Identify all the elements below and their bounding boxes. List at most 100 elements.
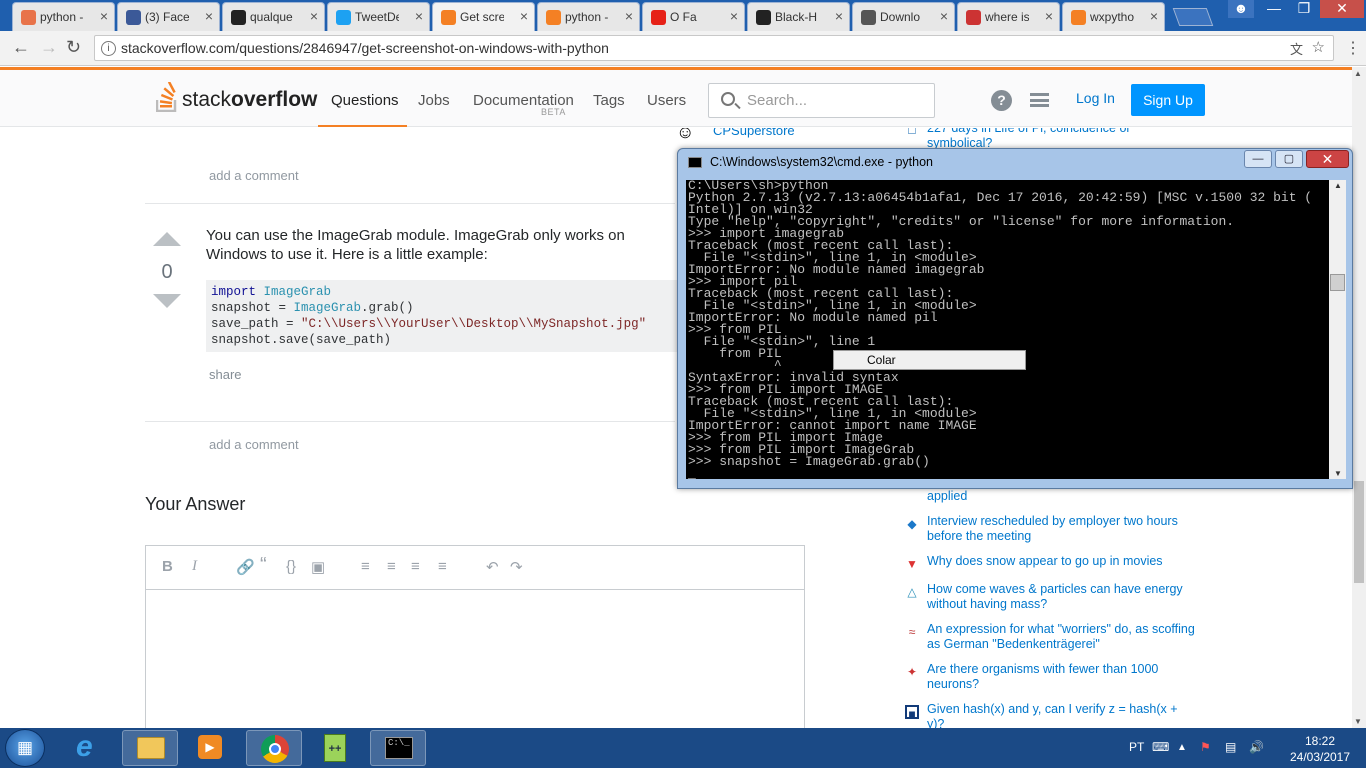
browser-tab[interactable]: TweetDe × (327, 2, 430, 31)
hot-question-link[interactable]: Are there organisms with fewer than 1000… (927, 662, 1197, 692)
signup-button[interactable]: Sign Up (1131, 84, 1205, 116)
stackoverflow-logo[interactable]: stackoverflow (156, 82, 317, 116)
browser-tab[interactable]: Get scre × (432, 2, 535, 31)
language-indicator[interactable]: PT (1129, 740, 1144, 754)
vote-down-icon[interactable] (153, 294, 181, 308)
nav-jobs[interactable]: Jobs (418, 92, 450, 109)
keyboard-icon[interactable]: ⌨ (1152, 740, 1169, 754)
add-comment-link[interactable]: add a comment (209, 168, 299, 183)
add-comment-link-2[interactable]: add a comment (209, 437, 299, 452)
windows-start-button[interactable]: ▦ (5, 729, 45, 767)
browser-tab[interactable]: Black-H × (747, 2, 850, 31)
close-window-button[interactable]: ✕ (1320, 0, 1364, 18)
show-hidden-icons-icon[interactable]: ▲ (1177, 742, 1187, 753)
profile-button[interactable]: ☻ (1228, 0, 1254, 18)
taskbar-internet-explorer[interactable]: e (62, 730, 118, 766)
browser-tab[interactable]: python - × (12, 2, 115, 31)
flag-icon[interactable]: ⚑ (1200, 740, 1211, 754)
scroll-up-icon[interactable]: ▲ (1354, 69, 1362, 78)
scroll-thumb[interactable] (1354, 481, 1364, 583)
bullet-list-icon[interactable]: ≡ (387, 558, 396, 575)
taskbar-notepad-plus-plus[interactable]: ++ (308, 730, 364, 766)
redo-icon[interactable]: ↷ (510, 558, 523, 576)
taskbar-file-explorer[interactable] (122, 730, 178, 766)
page-scrollbar[interactable]: ▲ ▼ (1352, 67, 1366, 728)
info-icon[interactable]: i (101, 41, 116, 56)
tab-close-icon[interactable]: × (730, 8, 738, 24)
tab-close-icon[interactable]: × (835, 8, 843, 24)
system-clock[interactable]: 18:22 24/03/2017 (1280, 733, 1360, 765)
network-icon[interactable]: ▤ (1225, 740, 1236, 754)
image-icon[interactable]: ▣ (311, 558, 325, 576)
browser-tab[interactable]: python - × (537, 2, 640, 31)
user-link-cpsuperstore[interactable]: CPSuperstore (713, 128, 795, 138)
taskbar-cmd[interactable]: C:\_ (370, 730, 426, 766)
browser-tab[interactable]: O Fa × (642, 2, 745, 31)
forward-arrow-icon[interactable]: → (40, 37, 58, 58)
help-icon[interactable]: ? (991, 90, 1012, 111)
browser-tab[interactable]: (3) Faceb × (117, 2, 220, 31)
tab-close-icon[interactable]: × (520, 8, 528, 24)
site-switcher-icon[interactable] (1030, 93, 1049, 107)
login-link[interactable]: Log In (1076, 90, 1115, 106)
share-link[interactable]: share (209, 367, 242, 382)
browser-tab[interactable]: Downlo × (852, 2, 955, 31)
context-menu-paste[interactable]: Colar (833, 350, 1026, 370)
browser-tab[interactable]: wxpytho × (1062, 2, 1165, 31)
taskbar-media-player[interactable]: ▶ (182, 730, 238, 766)
hot-question-link[interactable]: Given hash(x) and y, can I verify z = ha… (927, 702, 1197, 728)
tab-close-icon[interactable]: × (205, 8, 213, 24)
undo-icon[interactable]: ↶ (486, 558, 499, 576)
cmd-scroll-down-icon[interactable]: ▼ (1334, 469, 1342, 478)
tab-close-icon[interactable]: × (100, 8, 108, 24)
chrome-menu-icon[interactable]: ⋮ (1345, 38, 1361, 58)
search-input[interactable]: Search... (708, 83, 935, 118)
tab-close-icon[interactable]: × (1045, 8, 1053, 24)
reload-icon[interactable]: ↻ (66, 37, 81, 58)
taskbar-chrome[interactable] (246, 730, 302, 766)
code-icon[interactable]: {} (286, 558, 296, 575)
new-tab-button[interactable] (1172, 8, 1214, 26)
hot-question-link[interactable]: Why does snow appear to go up in movies (927, 554, 1197, 569)
cmd-close-button[interactable]: ✕ (1306, 150, 1349, 168)
hot-question-link[interactable]: An expression for what "worriers" do, as… (927, 622, 1197, 652)
cmd-scrollbar[interactable]: ▲ ▼ (1329, 180, 1346, 479)
scroll-down-icon[interactable]: ▼ (1354, 717, 1362, 726)
italic-icon[interactable]: I (192, 558, 197, 575)
vote-up-icon[interactable] (153, 232, 181, 246)
tab-close-icon[interactable]: × (940, 8, 948, 24)
hot-question-link[interactable]: Interview rescheduled by employer two ho… (927, 514, 1197, 544)
user-avatar[interactable]: ☺ (676, 128, 702, 146)
rule-icon[interactable]: ≡ (438, 558, 447, 575)
minimize-window-button[interactable]: — (1260, 0, 1288, 18)
nav-tags[interactable]: Tags (593, 92, 625, 109)
hot-question-link[interactable]: applied (927, 489, 1197, 504)
cmd-window[interactable]: C:\Windows\system32\cmd.exe - python — ▢… (677, 148, 1353, 489)
quote-icon[interactable]: “ (260, 554, 267, 577)
tab-close-icon[interactable]: × (1150, 8, 1158, 24)
cmd-minimize-button[interactable]: — (1244, 150, 1272, 168)
translate-icon[interactable]: 文 (1290, 39, 1303, 58)
link-icon[interactable]: 🔗 (236, 558, 255, 576)
volume-icon[interactable]: 🔊 (1249, 740, 1264, 754)
tab-close-icon[interactable]: × (415, 8, 423, 24)
tab-close-icon[interactable]: × (310, 8, 318, 24)
nav-users[interactable]: Users (647, 92, 686, 109)
bold-icon[interactable]: B (162, 558, 173, 575)
tab-close-icon[interactable]: × (625, 8, 633, 24)
hot-question-link[interactable]: How come waves & particles can have ener… (927, 582, 1197, 612)
heading-icon[interactable]: ≡ (411, 558, 420, 575)
bookmark-star-icon[interactable]: ☆ (1312, 38, 1325, 56)
browser-tab[interactable]: qualque × (222, 2, 325, 31)
maximize-window-button[interactable]: ❐ (1290, 0, 1318, 18)
cmd-terminal-output[interactable]: C:\Users\sh>python Python 2.7.13 (v2.7.13… (686, 180, 1329, 479)
browser-tab[interactable]: where is × (957, 2, 1060, 31)
back-arrow-icon[interactable]: ← (12, 37, 30, 58)
ordered-list-icon[interactable]: ≡ (361, 558, 370, 575)
nav-questions[interactable]: Questions (331, 92, 399, 109)
answer-editor[interactable]: B I 🔗 “ {} ▣ ≡ ≡ ≡ ≡ ↶ ↷ (145, 545, 805, 728)
cmd-scroll-thumb[interactable] (1330, 274, 1345, 291)
cmd-maximize-button[interactable]: ▢ (1275, 150, 1303, 168)
cmd-scroll-up-icon[interactable]: ▲ (1334, 181, 1342, 190)
url-bar[interactable]: i stackoverflow.com/questions/2846947/ge… (94, 35, 1334, 61)
